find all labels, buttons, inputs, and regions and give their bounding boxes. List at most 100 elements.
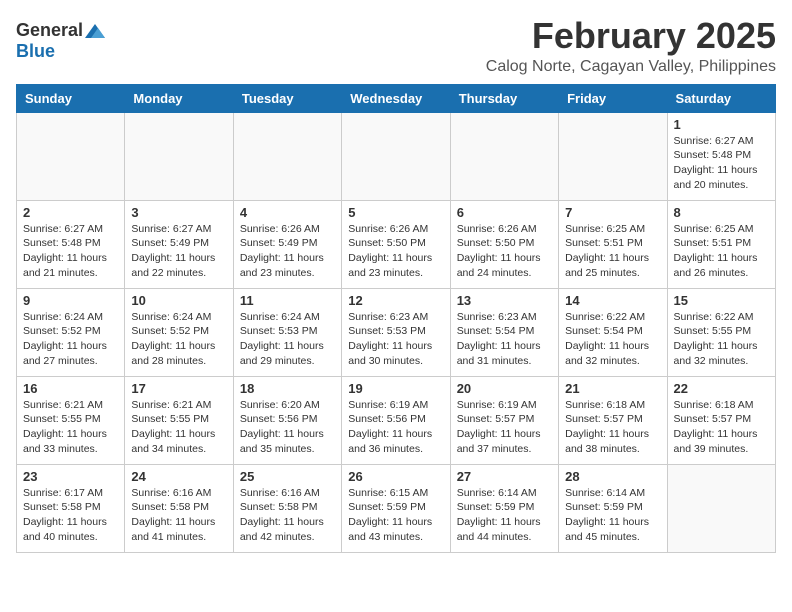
day-number: 20 xyxy=(457,381,552,396)
day-info: Sunrise: 6:26 AMSunset: 5:49 PMDaylight:… xyxy=(240,222,335,281)
calendar-cell: 3 Sunrise: 6:27 AMSunset: 5:49 PMDaylight… xyxy=(125,200,233,288)
calendar-cell: 23 Sunrise: 6:17 AMSunset: 5:58 PMDayligh… xyxy=(17,464,125,552)
day-info: Sunrise: 6:23 AMSunset: 5:53 PMDaylight:… xyxy=(348,310,443,369)
day-number: 28 xyxy=(565,469,660,484)
calendar-cell xyxy=(233,112,341,200)
calendar-cell: 22 Sunrise: 6:18 AMSunset: 5:57 PMDayligh… xyxy=(667,376,775,464)
day-number: 13 xyxy=(457,293,552,308)
calendar-cell: 15 Sunrise: 6:22 AMSunset: 5:55 PMDayligh… xyxy=(667,288,775,376)
calendar-cell: 8 Sunrise: 6:25 AMSunset: 5:51 PMDaylight… xyxy=(667,200,775,288)
calendar-cell: 7 Sunrise: 6:25 AMSunset: 5:51 PMDaylight… xyxy=(559,200,667,288)
logo-icon xyxy=(85,24,105,38)
day-info: Sunrise: 6:16 AMSunset: 5:58 PMDaylight:… xyxy=(240,486,335,545)
calendar-cell: 20Sunrise: 6:19 AMSunset: 5:57 PMDayligh… xyxy=(450,376,558,464)
day-number: 23 xyxy=(23,469,118,484)
weekday-header-tuesday: Tuesday xyxy=(233,84,341,112)
day-number: 5 xyxy=(348,205,443,220)
day-number: 27 xyxy=(457,469,552,484)
calendar-cell: 26Sunrise: 6:15 AMSunset: 5:59 PMDayligh… xyxy=(342,464,450,552)
day-number: 6 xyxy=(457,205,552,220)
day-number: 22 xyxy=(674,381,769,396)
day-info: Sunrise: 6:27 AMSunset: 5:48 PMDaylight:… xyxy=(674,134,769,193)
day-number: 2 xyxy=(23,205,118,220)
day-info: Sunrise: 6:19 AMSunset: 5:56 PMDaylight:… xyxy=(348,398,443,457)
day-number: 7 xyxy=(565,205,660,220)
day-info: Sunrise: 6:20 AMSunset: 5:56 PMDaylight:… xyxy=(240,398,335,457)
day-info: Sunrise: 6:27 AMSunset: 5:48 PMDaylight:… xyxy=(23,222,118,281)
calendar-cell: 17 Sunrise: 6:21 AMSunset: 5:55 PMDayligh… xyxy=(125,376,233,464)
day-info: Sunrise: 6:22 AMSunset: 5:54 PMDaylight:… xyxy=(565,310,660,369)
day-number: 8 xyxy=(674,205,769,220)
day-info: Sunrise: 6:14 AMSunset: 5:59 PMDaylight:… xyxy=(565,486,660,545)
week-row-2: 2 Sunrise: 6:27 AMSunset: 5:48 PMDaylight… xyxy=(17,200,776,288)
month-title: February 2025 xyxy=(486,16,776,56)
calendar-cell: 9 Sunrise: 6:24 AMSunset: 5:52 PMDaylight… xyxy=(17,288,125,376)
day-info: Sunrise: 6:24 AMSunset: 5:52 PMDaylight:… xyxy=(131,310,226,369)
page-header: General Blue February 2025 Calog Norte, … xyxy=(16,16,776,76)
day-info: Sunrise: 6:23 AMSunset: 5:54 PMDaylight:… xyxy=(457,310,552,369)
day-info: Sunrise: 6:21 AMSunset: 5:55 PMDaylight:… xyxy=(131,398,226,457)
weekday-header-friday: Friday xyxy=(559,84,667,112)
day-number: 26 xyxy=(348,469,443,484)
day-number: 14 xyxy=(565,293,660,308)
calendar-cell: 28 Sunrise: 6:14 AMSunset: 5:59 PMDayligh… xyxy=(559,464,667,552)
logo: General Blue xyxy=(16,16,105,62)
calendar-cell: 21 Sunrise: 6:18 AMSunset: 5:57 PMDayligh… xyxy=(559,376,667,464)
weekday-header-sunday: Sunday xyxy=(17,84,125,112)
day-number: 4 xyxy=(240,205,335,220)
day-info: Sunrise: 6:18 AMSunset: 5:57 PMDaylight:… xyxy=(674,398,769,457)
day-info: Sunrise: 6:25 AMSunset: 5:51 PMDaylight:… xyxy=(565,222,660,281)
calendar-cell: 6 Sunrise: 6:26 AMSunset: 5:50 PMDaylight… xyxy=(450,200,558,288)
calendar-cell: 25 Sunrise: 6:16 AMSunset: 5:58 PMDayligh… xyxy=(233,464,341,552)
calendar-cell xyxy=(559,112,667,200)
day-number: 25 xyxy=(240,469,335,484)
calendar-cell: 4 Sunrise: 6:26 AMSunset: 5:49 PMDaylight… xyxy=(233,200,341,288)
calendar-cell: 13 Sunrise: 6:23 AMSunset: 5:54 PMDayligh… xyxy=(450,288,558,376)
week-row-4: 16 Sunrise: 6:21 AMSunset: 5:55 PMDayligh… xyxy=(17,376,776,464)
weekday-header-row: SundayMondayTuesdayWednesdayThursdayFrid… xyxy=(17,84,776,112)
calendar-cell xyxy=(667,464,775,552)
weekday-header-wednesday: Wednesday xyxy=(342,84,450,112)
day-info: Sunrise: 6:21 AMSunset: 5:55 PMDaylight:… xyxy=(23,398,118,457)
day-info: Sunrise: 6:22 AMSunset: 5:55 PMDaylight:… xyxy=(674,310,769,369)
calendar-table: SundayMondayTuesdayWednesdayThursdayFrid… xyxy=(16,84,776,553)
day-info: Sunrise: 6:24 AMSunset: 5:53 PMDaylight:… xyxy=(240,310,335,369)
day-number: 12 xyxy=(348,293,443,308)
day-info: Sunrise: 6:18 AMSunset: 5:57 PMDaylight:… xyxy=(565,398,660,457)
weekday-header-monday: Monday xyxy=(125,84,233,112)
calendar-cell xyxy=(17,112,125,200)
day-info: Sunrise: 6:14 AMSunset: 5:59 PMDaylight:… xyxy=(457,486,552,545)
calendar-cell: 12 Sunrise: 6:23 AMSunset: 5:53 PMDayligh… xyxy=(342,288,450,376)
day-info: Sunrise: 6:25 AMSunset: 5:51 PMDaylight:… xyxy=(674,222,769,281)
title-area: February 2025 Calog Norte, Cagayan Valle… xyxy=(486,16,776,76)
day-info: Sunrise: 6:17 AMSunset: 5:58 PMDaylight:… xyxy=(23,486,118,545)
day-number: 18 xyxy=(240,381,335,396)
day-number: 24 xyxy=(131,469,226,484)
day-number: 9 xyxy=(23,293,118,308)
week-row-1: 1 Sunrise: 6:27 AMSunset: 5:48 PMDaylight… xyxy=(17,112,776,200)
day-number: 17 xyxy=(131,381,226,396)
day-number: 21 xyxy=(565,381,660,396)
day-number: 1 xyxy=(674,117,769,132)
calendar-cell xyxy=(125,112,233,200)
day-info: Sunrise: 6:26 AMSunset: 5:50 PMDaylight:… xyxy=(457,222,552,281)
day-number: 16 xyxy=(23,381,118,396)
calendar-cell: 11 Sunrise: 6:24 AMSunset: 5:53 PMDayligh… xyxy=(233,288,341,376)
day-number: 10 xyxy=(131,293,226,308)
day-number: 15 xyxy=(674,293,769,308)
calendar-cell: 1 Sunrise: 6:27 AMSunset: 5:48 PMDaylight… xyxy=(667,112,775,200)
calendar-cell: 27 Sunrise: 6:14 AMSunset: 5:59 PMDayligh… xyxy=(450,464,558,552)
calendar-cell: 19Sunrise: 6:19 AMSunset: 5:56 PMDayligh… xyxy=(342,376,450,464)
week-row-5: 23 Sunrise: 6:17 AMSunset: 5:58 PMDayligh… xyxy=(17,464,776,552)
day-info: Sunrise: 6:26 AMSunset: 5:50 PMDaylight:… xyxy=(348,222,443,281)
day-info: Sunrise: 6:24 AMSunset: 5:52 PMDaylight:… xyxy=(23,310,118,369)
day-info: Sunrise: 6:16 AMSunset: 5:58 PMDaylight:… xyxy=(131,486,226,545)
calendar-cell: 14 Sunrise: 6:22 AMSunset: 5:54 PMDayligh… xyxy=(559,288,667,376)
location-title: Calog Norte, Cagayan Valley, Philippines xyxy=(486,58,776,76)
day-info: Sunrise: 6:27 AMSunset: 5:49 PMDaylight:… xyxy=(131,222,226,281)
day-number: 11 xyxy=(240,293,335,308)
logo-blue-text: Blue xyxy=(16,41,55,62)
week-row-3: 9 Sunrise: 6:24 AMSunset: 5:52 PMDaylight… xyxy=(17,288,776,376)
day-number: 3 xyxy=(131,205,226,220)
calendar-cell: 16 Sunrise: 6:21 AMSunset: 5:55 PMDayligh… xyxy=(17,376,125,464)
